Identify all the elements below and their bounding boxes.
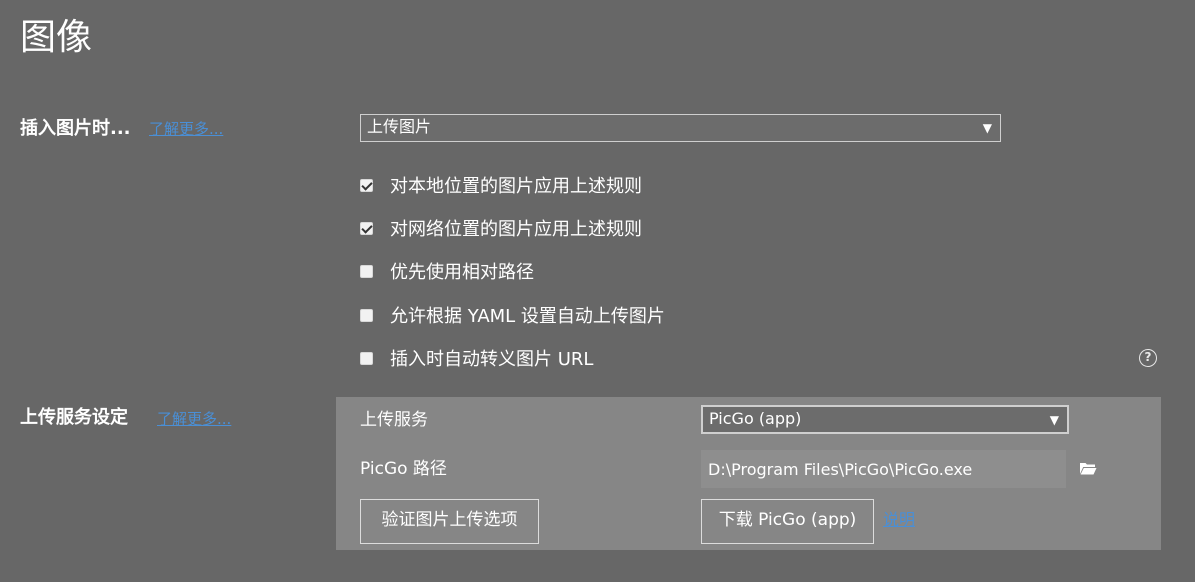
insert-image-label: 插入图片时... <box>20 118 131 139</box>
picgo-path-input[interactable] <box>701 450 1066 488</box>
insert-image-learn-more-link[interactable]: 了解更多... <box>149 118 223 140</box>
upload-service-learn-more-link[interactable]: 了解更多... <box>157 408 231 430</box>
option-apply-network-row[interactable]: 对网络位置的图片应用上述规则 <box>360 215 642 241</box>
picgo-path-label: PicGo 路径 <box>360 459 447 479</box>
option-apply-network-checkbox[interactable] <box>360 221 373 235</box>
option-apply-local-checkbox[interactable] <box>360 178 373 192</box>
upload-service-select[interactable]: PicGo (app) ▼ <box>701 405 1069 434</box>
insert-image-action-select[interactable]: 上传图片 ▼ <box>360 114 1001 142</box>
option-yaml-upload-row[interactable]: 允许根据 YAML 设置自动上传图片 <box>360 302 665 328</box>
option-relative-path-label: 优先使用相对路径 <box>390 262 534 283</box>
caret-down-icon: ▼ <box>982 121 992 135</box>
option-relative-path-checkbox[interactable] <box>360 264 373 278</box>
option-apply-network-label: 对网络位置的图片应用上述规则 <box>390 219 642 240</box>
insert-image-action-value: 上传图片 <box>367 117 432 136</box>
download-picgo-button[interactable]: 下载 PicGo (app) <box>701 499 874 544</box>
service-label: 上传服务 <box>360 410 428 430</box>
help-icon[interactable]: ? <box>1139 349 1157 367</box>
option-yaml-upload-checkbox[interactable] <box>360 308 373 322</box>
option-escape-url-checkbox[interactable] <box>360 351 373 365</box>
upload-service-panel: 上传服务 PicGo (app) ▼ PicGo 路径 验证图片上传选项 下载 … <box>336 397 1161 550</box>
option-escape-url-label: 插入时自动转义图片 URL <box>390 349 594 370</box>
folder-open-icon[interactable] <box>1079 461 1097 475</box>
option-relative-path-row[interactable]: 优先使用相对路径 <box>360 258 534 284</box>
option-apply-local-row[interactable]: 对本地位置的图片应用上述规则 <box>360 172 642 198</box>
option-yaml-upload-label: 允许根据 YAML 设置自动上传图片 <box>390 306 665 327</box>
upload-service-label: 上传服务设定 <box>20 407 128 428</box>
upload-service-value: PicGo (app) <box>709 409 802 428</box>
option-escape-url-row[interactable]: 插入时自动转义图片 URL <box>360 345 593 371</box>
verify-upload-button[interactable]: 验证图片上传选项 <box>360 499 539 544</box>
page-title: 图像 <box>20 17 93 58</box>
caret-down-icon: ▼ <box>1049 413 1059 427</box>
option-apply-local-label: 对本地位置的图片应用上述规则 <box>390 176 642 197</box>
picgo-doc-link[interactable]: 说明 <box>883 509 915 531</box>
